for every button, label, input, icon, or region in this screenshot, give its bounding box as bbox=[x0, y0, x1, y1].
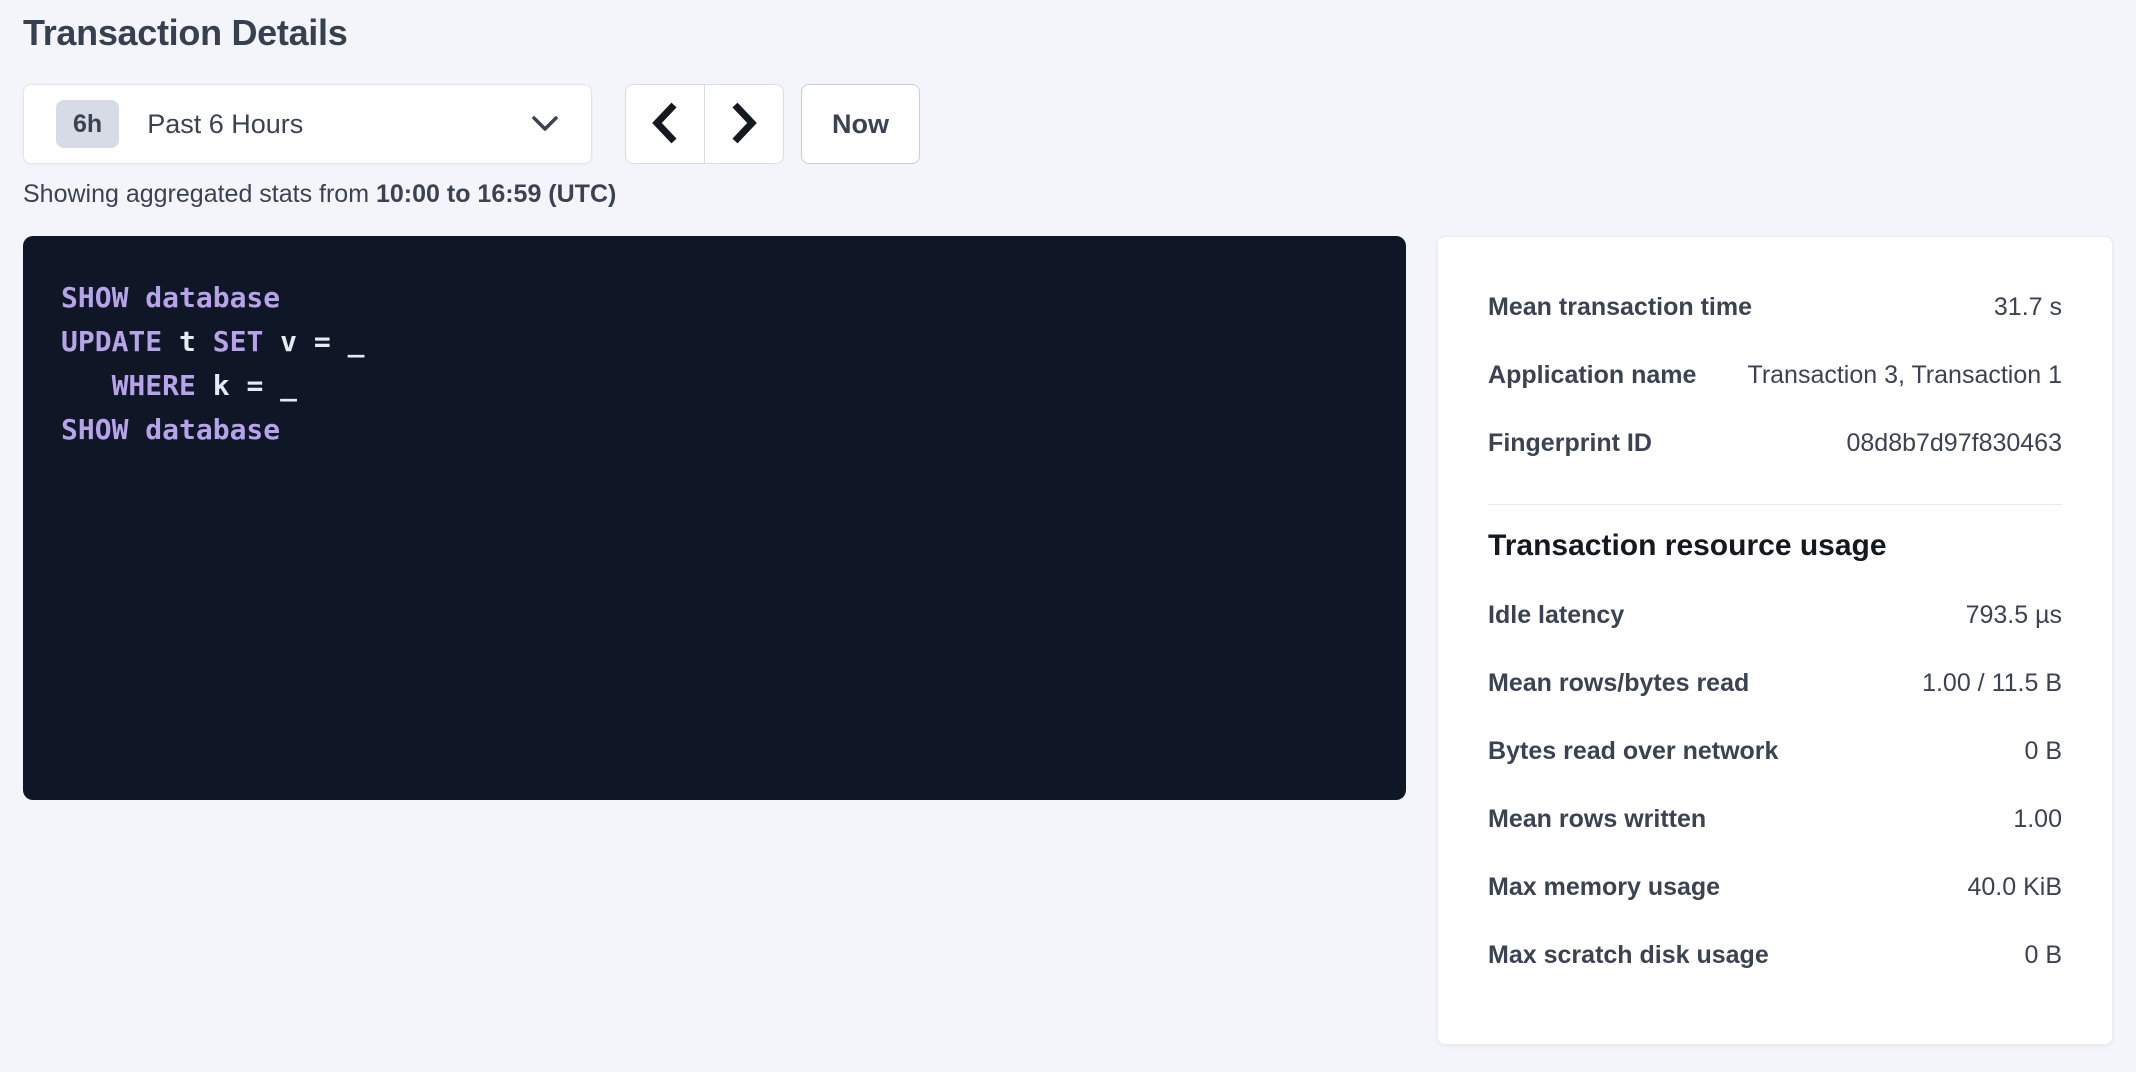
stat-label: Mean rows/bytes read bbox=[1488, 669, 1749, 698]
sql-keyword: UPDATE bbox=[61, 325, 162, 358]
stat-label: Mean rows written bbox=[1488, 805, 1706, 834]
stat-label: Idle latency bbox=[1488, 601, 1624, 630]
time-range-label: Past 6 Hours bbox=[147, 109, 303, 140]
sql-text: v = _ bbox=[263, 325, 364, 358]
sql-text bbox=[61, 369, 112, 402]
sql-code-line: WHERE k = _ bbox=[61, 364, 1368, 408]
sql-statement-box: SHOW database UPDATE t SET v = _ WHERE k … bbox=[23, 236, 1406, 800]
stat-value: 1.00 bbox=[2013, 805, 2062, 834]
stat-value: 08d8b7d97f830463 bbox=[1846, 429, 2062, 458]
stat-row: Bytes read over network 0 B bbox=[1488, 717, 2062, 785]
stat-value: 1.00 / 11.5 B bbox=[1922, 669, 2062, 698]
sql-text: k = _ bbox=[196, 369, 297, 402]
stat-value: Transaction 3, Transaction 1 bbox=[1747, 361, 2062, 390]
stat-label: Fingerprint ID bbox=[1488, 429, 1652, 458]
sql-code-line: UPDATE t SET v = _ bbox=[61, 320, 1368, 364]
sql-keyword: WHERE bbox=[112, 369, 196, 402]
aggregation-summary-range: 10:00 to 16:59 (UTC) bbox=[376, 180, 616, 208]
chevron-down-icon bbox=[531, 115, 559, 133]
stat-label: Bytes read over network bbox=[1488, 737, 1778, 766]
stat-value: 31.7 s bbox=[1994, 293, 2062, 322]
stat-label: Max memory usage bbox=[1488, 873, 1720, 902]
chevron-left-icon bbox=[651, 101, 679, 148]
stat-row: Max scratch disk usage 0 B bbox=[1488, 921, 2062, 989]
stat-row: Mean transaction time 31.7 s bbox=[1488, 273, 2062, 341]
sql-text: t bbox=[162, 325, 213, 358]
now-button[interactable]: Now bbox=[801, 84, 920, 164]
sql-keyword: SHOW database bbox=[61, 281, 280, 314]
previous-interval-button[interactable] bbox=[625, 84, 705, 164]
sql-keyword: SHOW database bbox=[61, 413, 280, 446]
resource-usage-heading: Transaction resource usage bbox=[1488, 529, 2062, 563]
stat-label: Application name bbox=[1488, 361, 1696, 390]
stat-row: Idle latency 793.5 µs bbox=[1488, 581, 2062, 649]
next-interval-button[interactable] bbox=[704, 84, 784, 164]
page-title: Transaction Details bbox=[23, 12, 2113, 54]
stat-value: 40.0 KiB bbox=[1967, 873, 2062, 902]
time-picker-controls: 6h Past 6 Hours bbox=[23, 84, 2113, 164]
stat-row: Mean rows written 1.00 bbox=[1488, 785, 2062, 853]
stat-row: Fingerprint ID 08d8b7d97f830463 bbox=[1488, 409, 2062, 477]
time-range-select[interactable]: 6h Past 6 Hours bbox=[23, 84, 592, 164]
stat-value: 0 B bbox=[2024, 941, 2062, 970]
sql-code: SHOW database UPDATE t SET v = _ WHERE k … bbox=[61, 276, 1368, 452]
stat-row: Max memory usage 40.0 KiB bbox=[1488, 853, 2062, 921]
chevron-right-icon bbox=[730, 101, 758, 148]
sql-code-line: SHOW database bbox=[61, 276, 1368, 320]
time-range-badge: 6h bbox=[56, 100, 119, 148]
main-content: SHOW database UPDATE t SET v = _ WHERE k … bbox=[23, 236, 2113, 1045]
resource-usage-rows: Idle latency 793.5 µs Mean rows/bytes read… bbox=[1488, 581, 2062, 989]
time-pager bbox=[625, 84, 784, 164]
stat-label: Mean transaction time bbox=[1488, 293, 1752, 322]
aggregation-summary-prefix: Showing aggregated stats from bbox=[23, 180, 376, 208]
stat-value: 0 B bbox=[2024, 737, 2062, 766]
stat-value: 793.5 µs bbox=[1966, 601, 2062, 630]
stat-label: Max scratch disk usage bbox=[1488, 941, 1769, 970]
transaction-details-page: Transaction Details 6h Past 6 Hours bbox=[0, 0, 2136, 1072]
stat-row: Mean rows/bytes read 1.00 / 11.5 B bbox=[1488, 649, 2062, 717]
aggregation-summary: Showing aggregated stats from 10:00 to 1… bbox=[23, 180, 2113, 209]
stats-divider bbox=[1488, 504, 2062, 505]
sql-keyword: SET bbox=[213, 325, 264, 358]
transaction-stats-panel: Mean transaction time 31.7 s Application n… bbox=[1437, 236, 2113, 1045]
stat-row: Application name Transaction 3, Transacti… bbox=[1488, 341, 2062, 409]
transaction-details-rows: Mean transaction time 31.7 s Application n… bbox=[1488, 273, 2062, 477]
sql-code-line: SHOW database bbox=[61, 408, 1368, 452]
